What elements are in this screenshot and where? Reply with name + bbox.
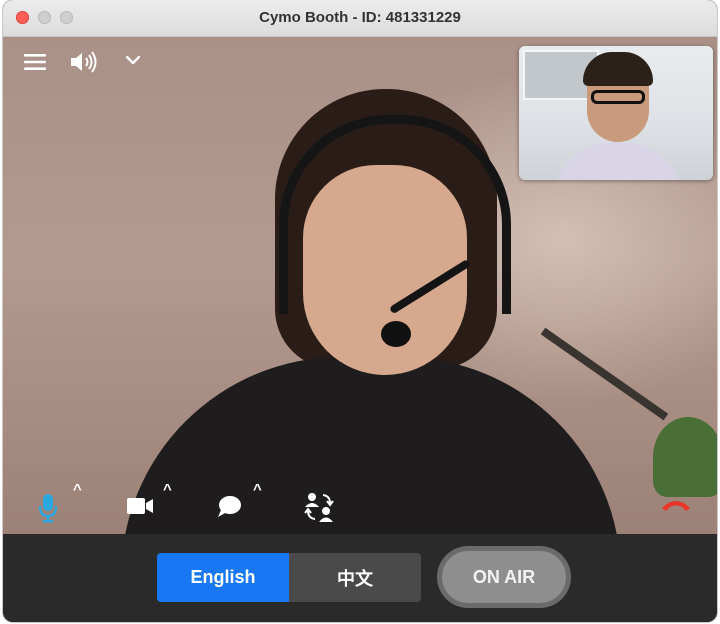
language-toggle: English 中文: [157, 553, 421, 602]
chat-bubble-icon[interactable]: [215, 494, 243, 520]
microphone-icon[interactable]: [37, 492, 59, 524]
remote-video-feed: ^ ^ ^: [3, 37, 717, 534]
chat-options-caret[interactable]: ^: [253, 481, 262, 498]
mic-options-caret[interactable]: ^: [73, 481, 82, 498]
video-camera-icon[interactable]: [125, 495, 155, 517]
control-bar: English 中文 ON AIR: [3, 534, 717, 622]
on-air-button-frame: ON AIR: [437, 546, 571, 608]
background-plant: [653, 417, 717, 497]
speaker-volume-icon[interactable]: [69, 50, 99, 74]
speaker-body: [121, 357, 621, 534]
title-bar: Cymo Booth - ID: 481331229: [3, 0, 717, 37]
hamburger-menu-icon[interactable]: [23, 51, 47, 73]
headset-mic: [381, 321, 411, 347]
hang-up-phone-icon[interactable]: [659, 497, 693, 513]
self-view-thumbnail[interactable]: [519, 46, 713, 180]
camera-options-caret[interactable]: ^: [163, 481, 172, 498]
app-window: Cymo Booth - ID: 481331229 ^ ^ ^ English…: [3, 0, 717, 622]
self-view-hair: [583, 52, 653, 86]
self-view-body: [553, 142, 683, 180]
headset-band: [279, 115, 511, 314]
language-option-english[interactable]: English: [157, 553, 289, 602]
participants-swap-icon[interactable]: [303, 490, 335, 524]
self-view-glasses: [591, 90, 645, 104]
window-title: Cymo Booth - ID: 481331229: [259, 9, 461, 26]
language-option-chinese[interactable]: 中文: [289, 553, 421, 602]
background-lamp: [540, 327, 669, 421]
chevron-down-icon[interactable]: [123, 52, 143, 68]
on-air-button[interactable]: ON AIR: [442, 551, 566, 603]
